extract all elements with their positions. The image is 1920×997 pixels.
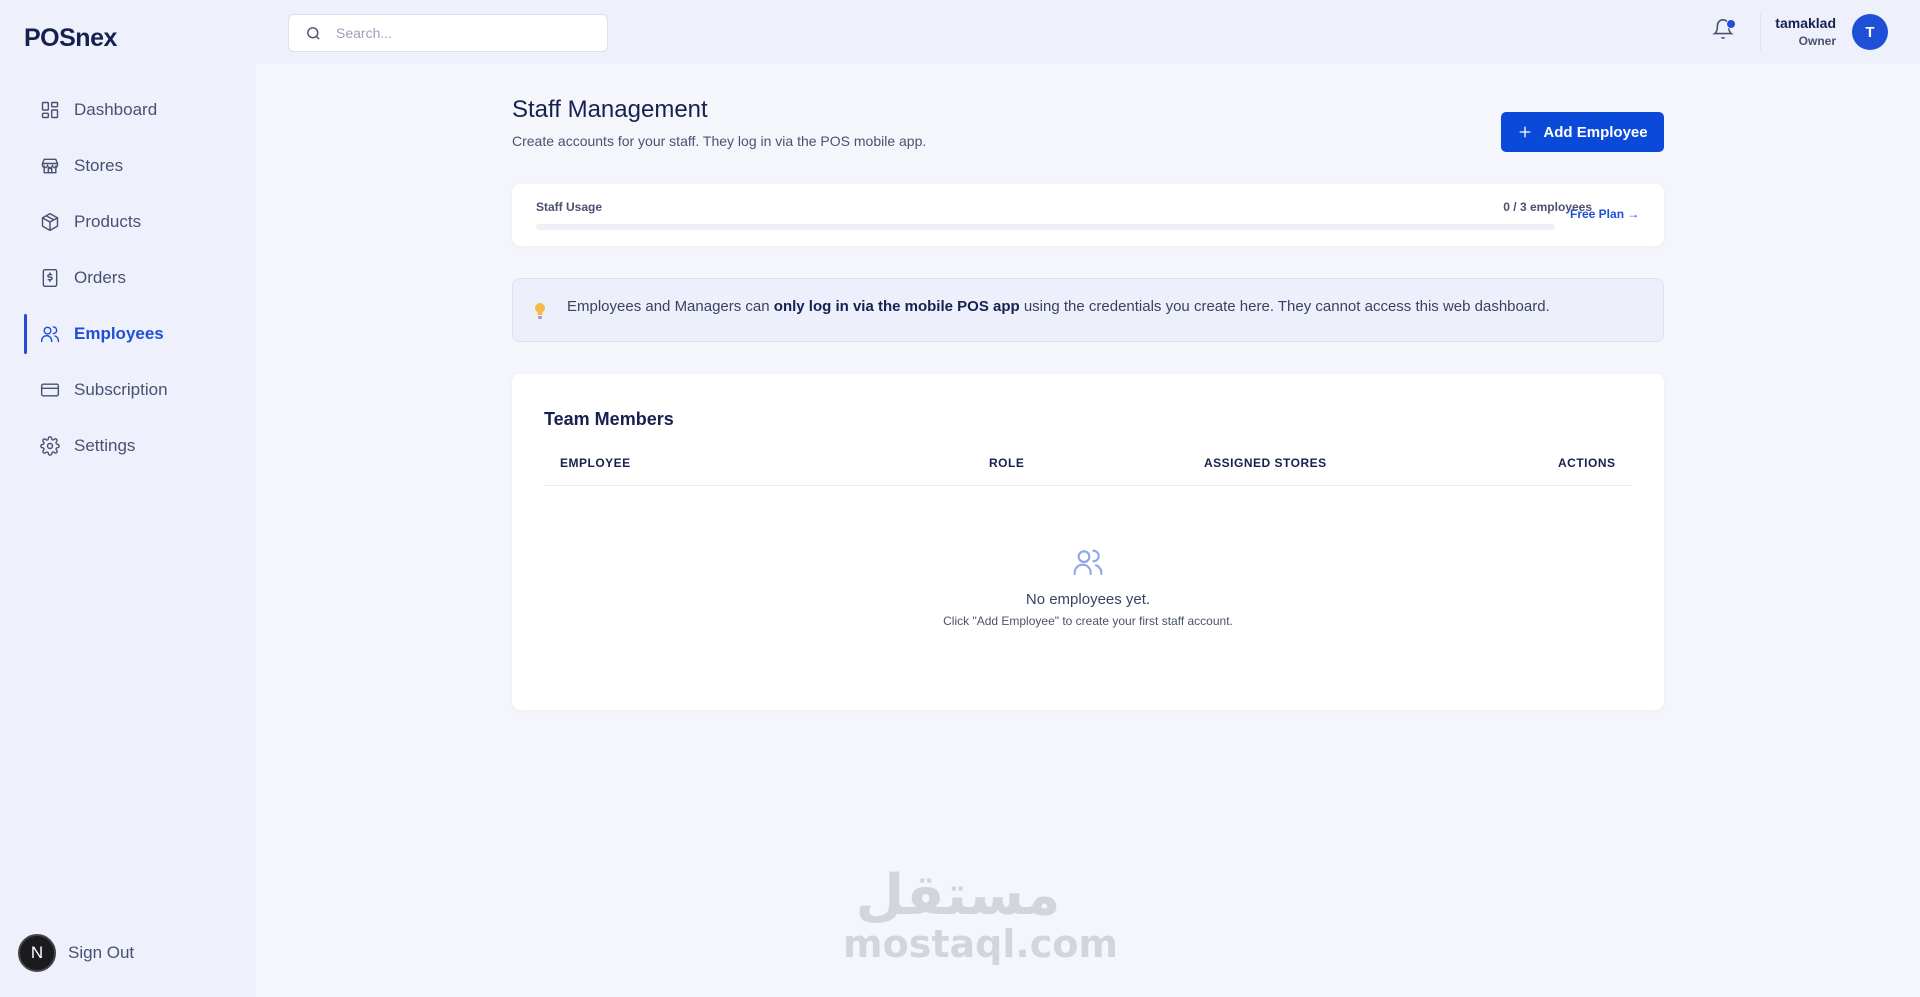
watermark-latin: mostaql.com	[843, 922, 1119, 966]
divider	[1760, 14, 1761, 50]
box-icon	[41, 212, 59, 232]
empty-state-hint: Click "Add Employee" to create your firs…	[943, 614, 1233, 628]
empty-state: No employees yet. Click "Add Employee" t…	[512, 546, 1664, 628]
sign-out-button[interactable]: N Sign Out	[18, 933, 135, 973]
info-banner: Employees and Managers can only log in v…	[512, 278, 1664, 342]
sign-out-label: Sign Out	[68, 943, 135, 962]
credit-card-icon	[40, 383, 60, 397]
sidebar-item-label: Settings	[74, 436, 136, 455]
sidebar-item-subscription[interactable]: Subscription	[24, 368, 234, 412]
column-header-actions: ACTIONS	[1558, 456, 1616, 470]
sidebar-item-label: Subscription	[74, 380, 168, 399]
info-text: Employees and Managers can only log in v…	[567, 298, 1550, 315]
sidebar-item-label: Employees	[74, 324, 164, 343]
team-members-card: Team Members EMPLOYEE ROLE ASSIGNED STOR…	[512, 374, 1664, 710]
sidebar-item-label: Products	[74, 212, 142, 231]
sidebar-item-products[interactable]: Products	[24, 200, 234, 244]
table-header: EMPLOYEE ROLE ASSIGNED STORES ACTIONS	[544, 456, 1632, 486]
sidebar-item-stores[interactable]: Stores	[24, 144, 234, 188]
search-box[interactable]	[288, 14, 608, 52]
search-input[interactable]	[336, 25, 586, 41]
user-info[interactable]: tamaklad Owner	[1775, 15, 1836, 48]
user-name: tamaklad	[1775, 15, 1836, 31]
notification-dot	[1726, 19, 1736, 29]
sidebar-nav: Dashboard Stores Products Orders Employe…	[24, 88, 234, 480]
empty-state-title: No employees yet.	[1025, 591, 1151, 608]
lightbulb-icon	[535, 303, 545, 319]
column-header-role: ROLE	[989, 456, 1025, 470]
plus-icon	[1520, 126, 1531, 138]
column-header-employee: EMPLOYEE	[560, 456, 631, 470]
topbar: tamaklad Owner T	[256, 0, 1920, 64]
sidebar: POSnex Dashboard Stores Products Orders …	[0, 0, 256, 997]
search-icon	[307, 26, 320, 40]
staff-usage-card: Staff Usage 0 / 3 employees Free Plan →	[512, 184, 1664, 246]
user-role: Owner	[1798, 34, 1836, 48]
watermark: مستقل mostaql.com	[843, 863, 1119, 966]
sidebar-item-label: Dashboard	[74, 100, 158, 119]
sidebar-item-dashboard[interactable]: Dashboard	[24, 88, 234, 132]
column-header-assigned-stores: ASSIGNED STORES	[1204, 456, 1327, 470]
sidebar-item-label: Stores	[74, 156, 124, 175]
free-plan-link[interactable]: Free Plan →	[1570, 207, 1639, 221]
sidebar-item-settings[interactable]: Settings	[24, 424, 234, 468]
watermark-arabic: مستقل	[855, 863, 1061, 928]
staff-usage-label: Staff Usage	[536, 200, 603, 214]
sidebar-item-label: Orders	[74, 268, 126, 287]
receipt-icon	[42, 268, 58, 288]
staff-usage-progress	[536, 224, 1555, 230]
avatar[interactable]: T	[1852, 14, 1888, 50]
page-subtitle: Create accounts for your staff. They log…	[512, 133, 927, 149]
store-icon	[41, 158, 59, 174]
users-icon	[1073, 549, 1103, 576]
gear-icon	[40, 436, 60, 456]
sidebar-item-orders[interactable]: Orders	[24, 256, 234, 300]
brand-logo[interactable]: POSnex	[24, 24, 117, 53]
team-members-title: Team Members	[544, 409, 674, 429]
add-employee-label: Add Employee	[1543, 123, 1648, 141]
dashboard-icon	[41, 101, 59, 119]
notifications-button[interactable]	[1712, 18, 1738, 44]
page-title: Staff Management	[512, 96, 708, 123]
sidebar-item-employees[interactable]: Employees	[24, 312, 234, 356]
add-employee-button[interactable]: Add Employee	[1501, 112, 1664, 152]
users-icon	[40, 326, 60, 343]
user-badge: N	[18, 934, 56, 972]
